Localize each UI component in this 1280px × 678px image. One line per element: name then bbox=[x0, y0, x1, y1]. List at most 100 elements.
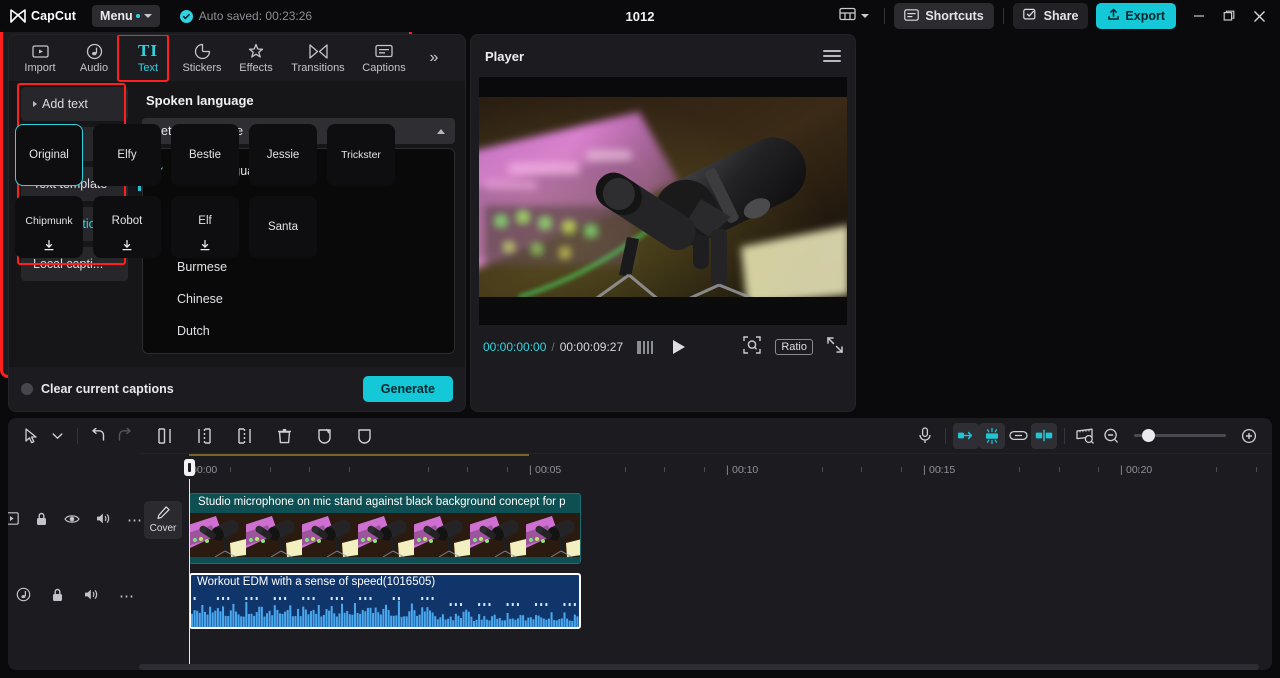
timeline-ruler[interactable]: 00:00 | 00:05 | 00:10 | 00:15 | 00:20 | … bbox=[139, 453, 1272, 479]
spoken-language-heading: Spoken language bbox=[146, 93, 254, 108]
tab-captions[interactable]: Captions bbox=[353, 37, 415, 79]
tab-transitions[interactable]: Transitions bbox=[283, 37, 353, 79]
frames-icon[interactable] bbox=[637, 340, 655, 354]
clear-captions-checkbox[interactable] bbox=[21, 383, 33, 395]
export-button[interactable]: Export bbox=[1096, 3, 1176, 29]
voice-card-jessie[interactable]: Jessie bbox=[249, 124, 317, 186]
timeline-zoom-slider[interactable] bbox=[1134, 429, 1226, 442]
download-icon[interactable] bbox=[200, 239, 211, 254]
cursor-dropdown-icon[interactable] bbox=[44, 423, 70, 449]
chevron-double-right-icon[interactable]: » bbox=[421, 37, 447, 79]
caret-right-icon bbox=[33, 101, 37, 107]
player-right-controls: Ratio bbox=[743, 335, 843, 359]
ruler-tick bbox=[1058, 467, 1060, 472]
voice-card-trickster[interactable]: Trickster bbox=[327, 124, 395, 186]
ruler-tick bbox=[269, 467, 271, 472]
tab-audio[interactable]: Audio bbox=[67, 37, 121, 79]
redo-icon[interactable] bbox=[111, 423, 137, 449]
dropdown-option-chinese[interactable]: Chinese bbox=[143, 283, 454, 315]
split-icon[interactable] bbox=[151, 423, 177, 449]
voice-card-original[interactable]: Original bbox=[15, 124, 83, 186]
tab-import[interactable]: Import bbox=[13, 37, 67, 79]
playhead-handle[interactable] bbox=[184, 459, 195, 476]
divider bbox=[945, 427, 946, 444]
layout-button[interactable] bbox=[833, 4, 875, 29]
text-ti-icon: TI bbox=[138, 41, 158, 60]
voice-card-elfy[interactable]: Elfy bbox=[93, 124, 161, 186]
timeline-scrollbar[interactable] bbox=[139, 664, 1259, 670]
voice-card-bestie[interactable]: Bestie bbox=[171, 124, 239, 186]
ruler-tick bbox=[1255, 467, 1257, 472]
link-icon[interactable] bbox=[1005, 423, 1031, 449]
shortcuts-button[interactable]: Shortcuts bbox=[894, 3, 994, 29]
ruler-tick bbox=[467, 467, 469, 472]
sidebar-item-label: Local capti... bbox=[33, 257, 104, 271]
clear-captions-label: Clear current captions bbox=[41, 382, 174, 396]
sidebar-item-add-text[interactable]: Add text bbox=[21, 87, 128, 121]
volume-icon[interactable] bbox=[96, 512, 111, 530]
more-options-icon[interactable]: ⋯ bbox=[127, 513, 143, 528]
preview-zoom-icon[interactable] bbox=[1072, 423, 1098, 449]
freeze-frame-icon[interactable] bbox=[311, 423, 337, 449]
voice-card-santa[interactable]: Santa bbox=[249, 196, 317, 258]
preview-frame-image bbox=[479, 97, 847, 305]
more-options-icon[interactable]: ⋯ bbox=[119, 589, 135, 604]
player-stage bbox=[479, 77, 847, 325]
close-button[interactable] bbox=[1244, 1, 1274, 31]
ruler-tick bbox=[743, 467, 745, 472]
tab-stickers[interactable]: Stickers bbox=[175, 37, 229, 79]
audio-clip[interactable]: Workout EDM with a sense of speed(101650… bbox=[189, 573, 581, 629]
maximize-button[interactable] bbox=[1214, 1, 1244, 31]
cover-button[interactable]: Cover bbox=[144, 501, 182, 539]
ruler-tick bbox=[624, 467, 626, 472]
hamburger-icon[interactable] bbox=[823, 50, 841, 62]
render-range-bar bbox=[189, 454, 529, 456]
video-preview[interactable] bbox=[479, 97, 847, 305]
microphone-record-icon[interactable] bbox=[912, 423, 938, 449]
voice-card-elf[interactable]: Elf bbox=[171, 196, 239, 258]
ruler-tick bbox=[348, 467, 350, 472]
download-icon[interactable] bbox=[44, 239, 55, 254]
tab-text[interactable]: TI Text bbox=[117, 35, 175, 82]
auto-cut-icon[interactable] bbox=[953, 422, 979, 449]
dropdown-option-dutch[interactable]: Dutch bbox=[143, 315, 454, 347]
voice-label: Trickster bbox=[341, 149, 381, 161]
menu-button[interactable]: Menu bbox=[92, 5, 160, 27]
trim-left-icon[interactable] bbox=[191, 423, 217, 449]
fullscreen-icon[interactable] bbox=[827, 336, 843, 358]
mask-icon[interactable] bbox=[351, 423, 377, 449]
tab-label: Transitions bbox=[291, 62, 345, 74]
video-clip[interactable]: Studio microphone on mic stand against b… bbox=[189, 493, 581, 564]
generate-label: Generate bbox=[380, 382, 435, 396]
ratio-button[interactable]: Ratio bbox=[775, 339, 813, 355]
voice-card-robot[interactable]: Robot bbox=[93, 196, 161, 258]
clip-thumbnail bbox=[526, 513, 580, 557]
zoom-out-icon[interactable] bbox=[1098, 423, 1124, 449]
zoom-slider-knob[interactable] bbox=[1142, 429, 1155, 442]
zoom-fit-icon[interactable] bbox=[743, 335, 762, 359]
delete-icon[interactable] bbox=[271, 423, 297, 449]
minimize-button[interactable] bbox=[1184, 1, 1214, 31]
tab-label: Effects bbox=[239, 62, 273, 74]
ruler-tick bbox=[230, 467, 232, 472]
eye-visible-icon[interactable] bbox=[64, 512, 80, 530]
volume-icon[interactable] bbox=[84, 588, 99, 606]
share-button[interactable]: Share bbox=[1012, 3, 1089, 29]
adjust-clips-icon[interactable] bbox=[1031, 422, 1057, 449]
ruler-label: 00:05 bbox=[535, 464, 562, 476]
trim-right-icon[interactable] bbox=[231, 423, 257, 449]
tab-effects[interactable]: Effects bbox=[229, 37, 283, 79]
play-icon[interactable] bbox=[673, 340, 686, 354]
generate-button[interactable]: Generate bbox=[362, 376, 453, 402]
select-cursor-icon[interactable] bbox=[18, 423, 44, 449]
lock-icon[interactable] bbox=[51, 588, 64, 607]
ruler-tick bbox=[545, 467, 547, 472]
magnet-snap-icon[interactable] bbox=[979, 422, 1005, 449]
voice-card-chipmunk[interactable]: Chipmunk bbox=[15, 196, 83, 258]
undo-icon[interactable] bbox=[85, 423, 111, 449]
tab-label: Captions bbox=[362, 62, 406, 74]
download-icon[interactable] bbox=[122, 239, 133, 254]
zoom-in-icon[interactable] bbox=[1236, 423, 1262, 449]
lock-icon[interactable] bbox=[35, 512, 48, 531]
audio-note-icon bbox=[86, 42, 103, 60]
